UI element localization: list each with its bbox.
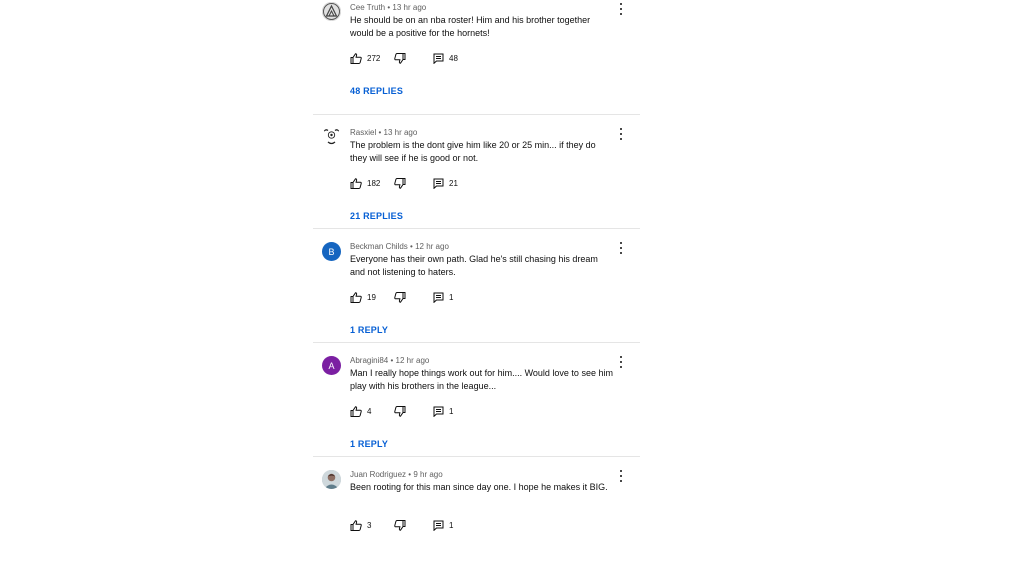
comment-meta: Cee Truth • 13 hr ago <box>350 3 426 12</box>
reply-count: 1 <box>449 406 454 416</box>
comments-list: Cee Truth • 13 hr ago He should be on an… <box>313 0 640 571</box>
reply-comment-icon <box>433 53 444 64</box>
avatar[interactable] <box>322 127 341 146</box>
avatar[interactable] <box>322 2 341 21</box>
reply-count: 1 <box>449 292 454 302</box>
reply-button[interactable]: 48 <box>433 53 458 64</box>
reply-comment-icon <box>433 520 444 531</box>
thumb-down-icon <box>394 177 406 189</box>
comment-item: B Beckman Childs • 12 hr ago Everyone ha… <box>313 229 640 343</box>
comment-author[interactable]: Cee Truth <box>350 3 385 12</box>
comment-item: A Abragini84 • 12 hr ago Man I really ho… <box>313 343 640 457</box>
comment-author[interactable]: Abragini84 <box>350 356 388 365</box>
soccer-ball-icon <box>322 127 341 146</box>
reply-comment-icon <box>433 178 444 189</box>
like-button[interactable]: 272 <box>350 52 394 64</box>
comment-time: 13 hr ago <box>392 3 427 12</box>
avatar[interactable]: B <box>322 242 341 261</box>
comment-item: Juan Rodriguez • 9 hr ago Been rooting f… <box>313 457 640 571</box>
reply-button[interactable]: 1 <box>433 520 453 531</box>
view-replies-link[interactable]: 1 REPLY <box>350 439 388 449</box>
comment-actions: 182 21 <box>350 177 458 189</box>
avatar-letter: A <box>328 360 335 371</box>
avatar[interactable]: A <box>322 356 341 375</box>
comment-meta: Beckman Childs • 12 hr ago <box>350 242 449 251</box>
dislike-button[interactable] <box>394 405 433 417</box>
more-vert-icon[interactable] <box>618 356 624 368</box>
avatar-letter: B <box>328 246 335 257</box>
thumb-down-icon <box>394 52 406 64</box>
like-count: 19 <box>367 292 376 302</box>
reply-count: 1 <box>449 520 454 530</box>
thumb-up-icon <box>350 519 362 531</box>
like-count: 3 <box>367 520 372 530</box>
meta-separator: • <box>387 3 391 12</box>
comment-item: Rasxiel • 13 hr ago The problem is the d… <box>313 115 640 229</box>
meta-separator: • <box>378 128 382 137</box>
more-vert-icon[interactable] <box>618 128 624 140</box>
comment-author[interactable]: Beckman Childs <box>350 242 408 251</box>
comment-actions: 4 1 <box>350 405 453 417</box>
thumb-up-icon <box>350 291 362 303</box>
thumb-down-icon <box>394 405 406 417</box>
like-count: 182 <box>367 178 381 188</box>
comment-text: Man I really hope things work out for hi… <box>350 368 613 391</box>
thumb-up-icon <box>350 177 362 189</box>
comment-time: 12 hr ago <box>395 356 430 365</box>
thumb-up-icon <box>350 52 362 64</box>
view-replies-link[interactable]: 1 REPLY <box>350 325 388 335</box>
view-replies-link[interactable]: 21 REPLIES <box>350 211 403 221</box>
comment-meta: Juan Rodriguez • 9 hr ago <box>350 470 443 479</box>
comment-author[interactable]: Rasxiel <box>350 128 376 137</box>
reply-count: 48 <box>449 53 458 63</box>
triangle-logo-icon <box>322 2 341 21</box>
comment-actions: 19 1 <box>350 291 453 303</box>
dislike-button[interactable] <box>394 291 433 303</box>
comment-text: He should be on an nba roster! Him and h… <box>350 15 591 38</box>
meta-separator: • <box>408 470 412 479</box>
reply-button[interactable]: 1 <box>433 292 453 303</box>
thumb-down-icon <box>394 291 406 303</box>
comment-meta: Rasxiel • 13 hr ago <box>350 128 417 137</box>
like-button[interactable]: 19 <box>350 291 394 303</box>
reply-comment-icon <box>433 406 444 417</box>
profile-photo-icon <box>322 470 341 489</box>
comment-actions: 3 1 <box>350 519 453 531</box>
dislike-button[interactable] <box>394 177 433 189</box>
comment-item: Cee Truth • 13 hr ago He should be on an… <box>313 0 640 115</box>
like-count: 272 <box>367 53 381 63</box>
meta-separator: • <box>390 356 394 365</box>
thumb-down-icon <box>394 519 406 531</box>
more-vert-icon[interactable] <box>618 470 624 482</box>
like-button[interactable]: 3 <box>350 519 394 531</box>
comment-text: Everyone has their own path. Glad he's s… <box>350 254 598 277</box>
comment-time: 13 hr ago <box>383 128 418 137</box>
reply-comment-icon <box>433 292 444 303</box>
comment-time: 9 hr ago <box>413 470 443 479</box>
comment-text: The problem is the dont give him like 20… <box>350 140 596 163</box>
reply-button[interactable]: 21 <box>433 178 458 189</box>
comment-time: 12 hr ago <box>415 242 449 251</box>
like-button[interactable]: 182 <box>350 177 394 189</box>
reply-count: 21 <box>449 178 458 188</box>
comment-meta: Abragini84 • 12 hr ago <box>350 356 429 365</box>
dislike-button[interactable] <box>394 519 433 531</box>
thumb-up-icon <box>350 405 362 417</box>
like-count: 4 <box>367 406 372 416</box>
like-button[interactable]: 4 <box>350 405 394 417</box>
avatar[interactable] <box>322 470 341 489</box>
view-replies-link[interactable]: 48 REPLIES <box>350 86 403 96</box>
meta-separator: • <box>410 242 413 251</box>
comment-author[interactable]: Juan Rodriguez <box>350 470 406 479</box>
more-vert-icon[interactable] <box>618 3 624 15</box>
comment-text: Been rooting for this man since day one.… <box>350 482 608 492</box>
comment-actions: 272 48 <box>350 52 458 64</box>
reply-button[interactable]: 1 <box>433 406 453 417</box>
dislike-button[interactable] <box>394 52 433 64</box>
more-vert-icon[interactable] <box>618 242 624 254</box>
